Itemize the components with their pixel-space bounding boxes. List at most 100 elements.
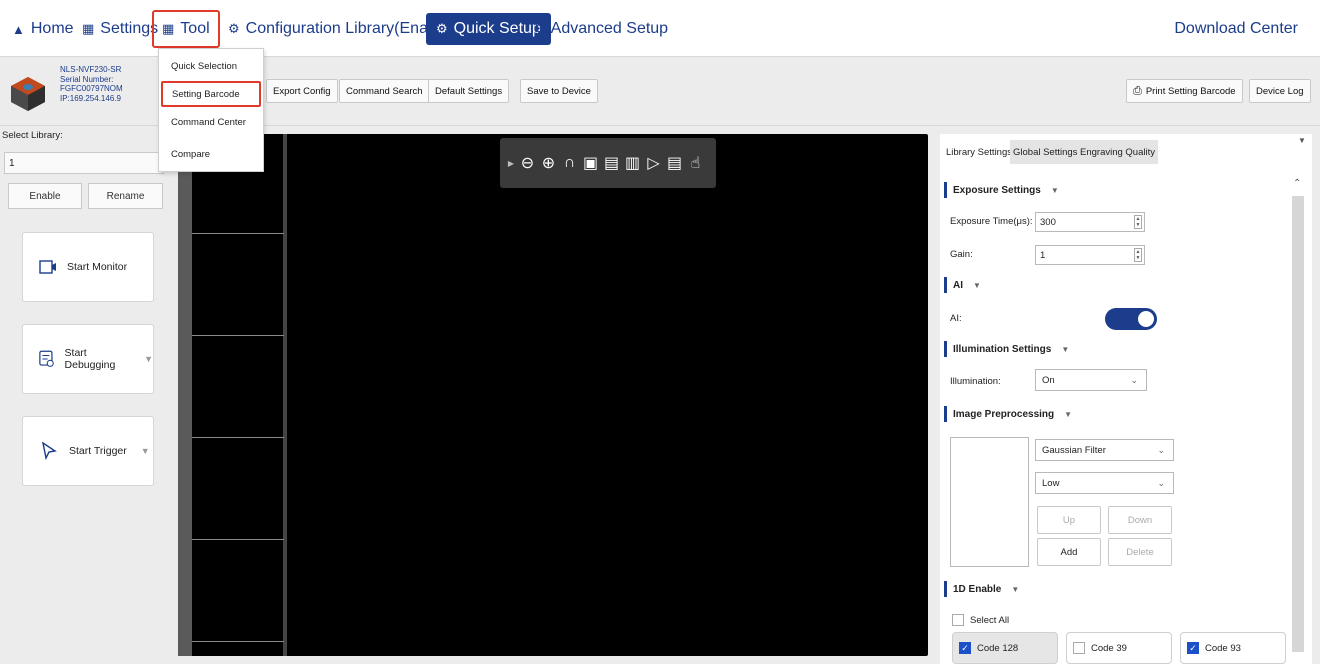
nav-settings[interactable]: ▦ Settings (82, 17, 158, 41)
nav-home-label: Home (30, 20, 74, 37)
image-tool-icon[interactable]: ▥ (623, 153, 642, 173)
start-trigger-label: Start Trigger (69, 445, 127, 457)
filter-value: Gaussian Filter (1042, 444, 1106, 456)
chevron-down-icon: ⌄ (1157, 444, 1165, 455)
code-39-option[interactable]: Code 39 (1066, 632, 1172, 664)
chevron-down-icon: ▼ (973, 280, 981, 290)
add-button[interactable]: Add (1037, 538, 1101, 566)
reset-view-icon[interactable]: ∩ (560, 154, 579, 172)
image-preprocessing-header[interactable]: Image Preprocessing ▼ (944, 405, 1072, 423)
gears-icon: ⚙ (533, 21, 545, 36)
print-setting-barcode-button[interactable]: ⎙ Print Setting Barcode (1126, 79, 1243, 103)
thumbnail-divider-line (192, 437, 284, 438)
chevron-down-icon[interactable]: ▼ (1298, 136, 1306, 145)
tab-library-settings[interactable]: Library Settings (943, 140, 1016, 164)
spin-arrows-icon[interactable]: ▲ ▼ (1134, 215, 1142, 229)
settings-scrollbar[interactable] (1292, 196, 1304, 652)
chevron-down-icon[interactable]: ▼ (141, 446, 150, 456)
thumbnail-divider (283, 134, 287, 656)
preprocessing-list[interactable] (950, 437, 1029, 567)
zoom-out-icon[interactable]: ⊖ (518, 153, 537, 173)
zoom-in-icon[interactable]: ⊕ (539, 153, 558, 173)
exposure-time-label: Exposure Time(μs): (950, 216, 1033, 227)
device-ip: IP:169.254.146.9 (60, 93, 121, 103)
chevron-down-icon[interactable]: ▼ (144, 354, 153, 364)
illumination-select[interactable]: On ⌄ (1035, 369, 1147, 391)
thumbnail-divider-line (192, 641, 284, 642)
gain-input[interactable]: 1 ▲ ▼ (1035, 245, 1145, 265)
left-panel: Select Library: 1 Enable Rename (0, 126, 167, 664)
command-search-button[interactable]: Command Search (339, 79, 430, 103)
down-button[interactable]: Down (1108, 506, 1172, 534)
scanner-device-icon (11, 77, 45, 111)
device-serial-label: Serial Number: (60, 74, 114, 84)
1d-enable-title: 1D Enable (953, 583, 1002, 595)
spin-arrows-icon[interactable]: ▲ ▼ (1134, 248, 1142, 262)
gain-label: Gain: (950, 249, 973, 260)
toggle-knob (1138, 311, 1154, 327)
start-debugging-button[interactable]: Start Debugging ▼ (22, 324, 154, 394)
exposure-time-input[interactable]: 300 ▲ ▼ (1035, 212, 1145, 232)
image-viewer[interactable] (178, 134, 928, 656)
code-128-label: Code 128 (977, 642, 1019, 654)
rename-button[interactable]: Rename (88, 183, 163, 209)
collapse-arrow-icon[interactable]: ▶ (506, 159, 516, 168)
menu-item-compare[interactable]: Compare (159, 141, 263, 167)
start-monitor-button[interactable]: Start Monitor (22, 232, 154, 302)
delete-button[interactable]: Delete (1108, 538, 1172, 566)
chevron-down-icon: ▼ (1011, 584, 1020, 594)
ai-header[interactable]: AI ▼ (944, 276, 981, 294)
select-library-label: Select Library: (2, 130, 63, 141)
tab-engraving-quality[interactable]: Engraving Quality (1077, 140, 1158, 164)
home-icon: ▲ (12, 21, 25, 37)
image-preprocessing-title: Image Preprocessing (953, 408, 1055, 420)
ai-toggle[interactable] (1105, 308, 1157, 330)
nav-config-label: Configuration Library(Enable) (245, 20, 455, 37)
up-button[interactable]: Up (1037, 506, 1101, 534)
enable-button[interactable]: Enable (8, 183, 82, 209)
code-93-option[interactable]: ✓ Code 93 (1180, 632, 1286, 664)
checkbox-checked: ✓ (1187, 642, 1199, 654)
tab-global-settings[interactable]: Global Settings (1010, 140, 1081, 164)
hand-pointer-icon[interactable]: ☝ (686, 153, 705, 173)
scroll-up-icon[interactable]: ⌃ (1293, 178, 1301, 189)
chevron-down-icon: ▼ (1064, 409, 1073, 419)
export-config-button[interactable]: Export Config (266, 79, 338, 103)
save-to-device-button[interactable]: Save to Device (520, 79, 598, 103)
illumination-settings-header[interactable]: Illumination Settings ▼ (944, 340, 1069, 358)
thumbnail-scrollbar[interactable] (178, 134, 192, 656)
1d-enable-header[interactable]: 1D Enable ▼ (944, 580, 1019, 598)
checkbox-box (1073, 642, 1085, 654)
chevron-down-icon: ⌄ (1130, 374, 1138, 385)
filter-level-select[interactable]: Low ⌄ (1035, 472, 1174, 494)
nav-tool[interactable]: ▦ Tool (152, 10, 220, 48)
default-settings-button[interactable]: Default Settings (428, 79, 510, 103)
nav-advanced-setup[interactable]: ⚙ Advanced Setup (533, 17, 668, 41)
library-select[interactable]: 1 (4, 152, 164, 174)
nav-download-center[interactable]: Download Center (1174, 17, 1298, 41)
start-monitor-label: Start Monitor (67, 261, 128, 273)
fit-image-icon[interactable]: ▣ (581, 153, 600, 173)
image-tool-icon[interactable]: ▤ (665, 153, 684, 173)
tool-dropdown-menu: Quick Selection Setting Barcode Command … (158, 48, 264, 172)
trigger-icon (41, 441, 57, 461)
exposure-settings-header[interactable]: Exposure Settings ▼ (944, 181, 1059, 199)
filter-select[interactable]: Gaussian Filter ⌄ (1035, 439, 1174, 461)
gear-icon: ⚙ (436, 21, 448, 36)
start-trigger-button[interactable]: Start Trigger ▼ (22, 416, 154, 486)
menu-item-setting-barcode[interactable]: Setting Barcode (161, 81, 261, 107)
menu-item-command-center[interactable]: Command Center (159, 109, 263, 135)
image-toolbar: ▶ ⊖ ⊕ ∩ ▣ ▤ ▥ ▷ ▤ ☝ (500, 138, 716, 188)
printer-icon: ⎙ (1133, 84, 1142, 97)
device-info[interactable]: NLS-NVF230-SR Serial Number: FGFC00797NO… (6, 65, 166, 123)
nav-config-library[interactable]: ⚙ Configuration Library(Enable) (228, 17, 455, 41)
device-log-button[interactable]: Device Log (1249, 79, 1311, 103)
chevron-down-icon: ▼ (1061, 344, 1070, 354)
menu-item-quick-selection[interactable]: Quick Selection (159, 53, 263, 79)
image-tool-icon[interactable]: ▤ (602, 153, 621, 173)
illumination-value: On (1042, 374, 1055, 386)
nav-home[interactable]: ▲ Home (12, 17, 74, 41)
play-icon[interactable]: ▷ (644, 153, 663, 173)
code-128-option[interactable]: ✓ Code 128 (952, 632, 1058, 664)
select-all-checkbox[interactable]: Select All (952, 614, 1009, 626)
